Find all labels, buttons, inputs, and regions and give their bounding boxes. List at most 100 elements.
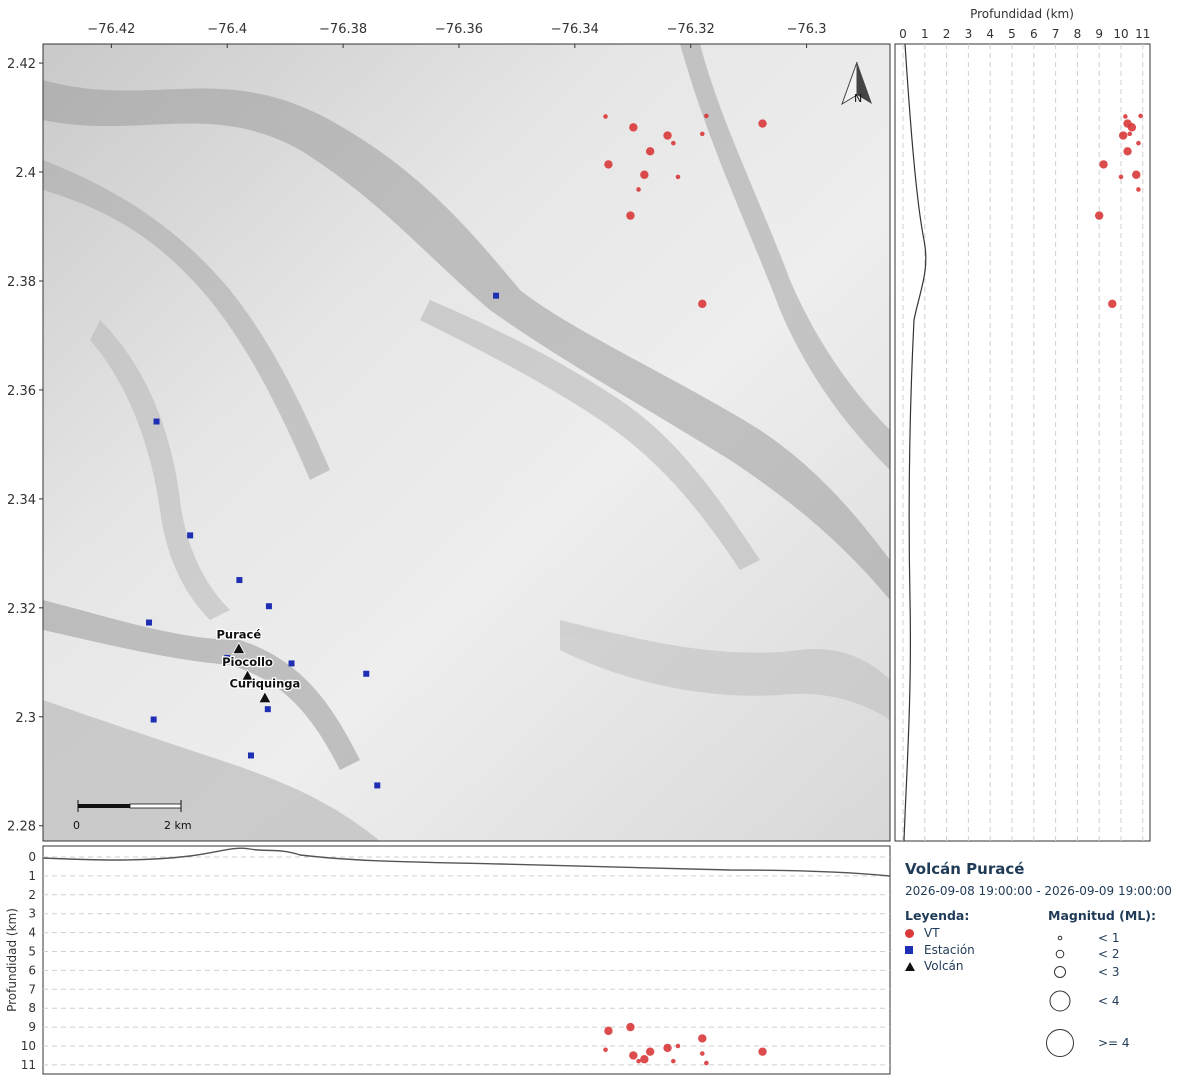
station-marker [493, 292, 500, 299]
latitude-tick-label: 2.28 [7, 820, 36, 835]
station-marker [247, 752, 254, 759]
magnitude-symbol-lt3 [1054, 966, 1066, 978]
longitude-depth-frame [42, 845, 891, 1075]
vt-event-depth-marker [758, 1047, 767, 1056]
longitude-tick-label: −76.36 [435, 22, 483, 37]
magnitude-label-ge4: >= 4 [1098, 1036, 1130, 1050]
scale-end-label: 2 km [164, 819, 192, 832]
longitude-tick-label: −76.34 [551, 22, 599, 37]
magnitude-symbol-lt4 [1049, 990, 1071, 1012]
magnitude-heading: Magnitud (ML): [1048, 908, 1157, 923]
vt-event-marker [603, 114, 608, 119]
vt-event-depth-marker [1138, 113, 1143, 119]
vt-event-depth-marker [671, 1058, 676, 1064]
vt-event-depth-marker [629, 1051, 638, 1060]
vt-event-depth-marker [1132, 170, 1141, 179]
longitude-tick-label: −76.38 [319, 22, 367, 37]
legend-item-volcano-label: Volcán [924, 959, 964, 973]
scale-start-label: 0 [73, 819, 80, 832]
vt-event-depth-marker [1123, 119, 1132, 128]
magnitude-label-lt3: < 3 [1098, 965, 1120, 979]
vt-event-marker [698, 299, 707, 309]
longitude-tick-label: −76.32 [667, 22, 715, 37]
vt-event-depth-marker [1123, 147, 1132, 156]
depth-tick-label: 1 [28, 869, 36, 883]
volcano-marker-icon [905, 961, 915, 971]
station-marker [187, 532, 194, 539]
map-panel[interactable]: −76.42 −76.4 −76.38 −76.36 −76.34 −76.32 −76.3… [7, 22, 891, 842]
depth-tick-label: 4 [986, 27, 994, 41]
volcano-label: Curiquinga [229, 677, 300, 691]
vt-event-depth-marker [699, 1051, 705, 1056]
depth-tick-label: 3 [28, 907, 36, 921]
vt-event-depth-marker [675, 1043, 681, 1049]
latitude-tick-label: 2.34 [7, 493, 36, 508]
magnitude-symbol-lt2 [1055, 949, 1065, 959]
depth-tick-label: 10 [1113, 27, 1128, 41]
volcano-label: Puracé [216, 628, 261, 642]
latitude-tick-label: 2.3 [15, 711, 36, 726]
magnitude-label-lt2: < 2 [1098, 947, 1120, 961]
station-marker [153, 418, 160, 425]
legend-volcano-title: Volcán Puracé [905, 860, 1025, 878]
depth-tick-label: 9 [1095, 27, 1103, 41]
latitude-axis: 2.42 2.4 2.38 2.36 2.34 2.32 2.3 2.28 [7, 57, 43, 835]
latitude-tick-label: 2.42 [7, 57, 36, 72]
station-marker [374, 782, 381, 789]
vt-event-depth-marker [1108, 299, 1117, 309]
vt-event-marker [663, 131, 672, 140]
depth-tick-label: 5 [28, 945, 36, 959]
vt-event-depth-marker [1095, 211, 1104, 220]
vt-event-marker [636, 187, 641, 192]
depth-tick-label: 2 [943, 27, 951, 41]
vt-event-depth-marker [1099, 160, 1108, 169]
latitude-tick-label: 2.36 [7, 384, 36, 399]
vt-event-depth-marker [1136, 140, 1141, 146]
magnitude-label-lt1: < 1 [1098, 931, 1120, 945]
vt-event-marker [699, 131, 705, 137]
vt-event-depth-marker [1118, 131, 1128, 140]
legend-heading: Leyenda: [905, 908, 970, 923]
vt-event-depth-marker [645, 1047, 655, 1056]
vt-event-depth-marker [603, 1047, 608, 1053]
legend-item-volcano: Volcán [905, 959, 964, 973]
vt-event-depth-marker [663, 1043, 672, 1053]
volcano-label: Piocollo [222, 655, 273, 669]
vt-event-marker [640, 170, 649, 179]
magnitude-label-lt4: < 4 [1098, 994, 1120, 1008]
depth-tick-label: 7 [28, 982, 36, 996]
station-marker-icon [905, 946, 913, 954]
depth-axis-label-top: Profundidad (km) [970, 7, 1074, 21]
depth-tick-label: 8 [28, 1001, 36, 1015]
depth-tick-label: 11 [21, 1058, 36, 1072]
depth-tick-label: 3 [965, 27, 973, 41]
vt-event-marker [675, 174, 681, 180]
map-figure: −76.42 −76.4 −76.38 −76.36 −76.34 −76.32 −76.3… [5, 7, 1151, 1075]
magnitude-symbol-lt1 [1057, 935, 1063, 941]
legend-date-range: 2026-09-08 19:00:00 - 2026-09-09 19:00:0… [905, 884, 1172, 898]
depth-tick-label: 8 [1074, 27, 1082, 41]
station-marker [150, 716, 157, 723]
station-marker [146, 619, 153, 626]
vt-event-depth-marker [1123, 114, 1128, 119]
legend-item-station: Estación [905, 943, 975, 957]
latitude-depth-panel[interactable]: Profundidad (km) 0 1 2 3 4 5 6 7 8 9 10 11 [894, 7, 1151, 842]
vt-event-depth-marker [704, 1060, 709, 1066]
vt-event-marker [704, 113, 709, 119]
longitude-tick-label: −76.42 [87, 22, 135, 37]
magnitude-symbol-ge4 [1046, 1029, 1074, 1057]
vt-event-depth-marker [636, 1058, 641, 1064]
longitude-tick-label: −76.3 [787, 22, 827, 37]
vt-event-depth-marker [604, 1026, 613, 1036]
vt-event-depth-marker [640, 1055, 649, 1064]
magnitude-symbols [1046, 935, 1074, 1057]
vt-event-marker [629, 123, 638, 132]
vt-event-depth-marker [1118, 174, 1124, 180]
latitude-tick-label: 2.32 [7, 602, 36, 617]
longitude-tick-label: −76.4 [207, 22, 247, 37]
north-label: N [854, 92, 862, 105]
depth-tick-label: 0 [899, 27, 907, 41]
legend-item-vt-label: VT [924, 926, 940, 940]
longitude-depth-panel[interactable]: Profundidad (km) 0 1 2 3 4 5 6 7 8 9 10 11 [5, 845, 891, 1075]
vt-event-marker [645, 147, 655, 156]
